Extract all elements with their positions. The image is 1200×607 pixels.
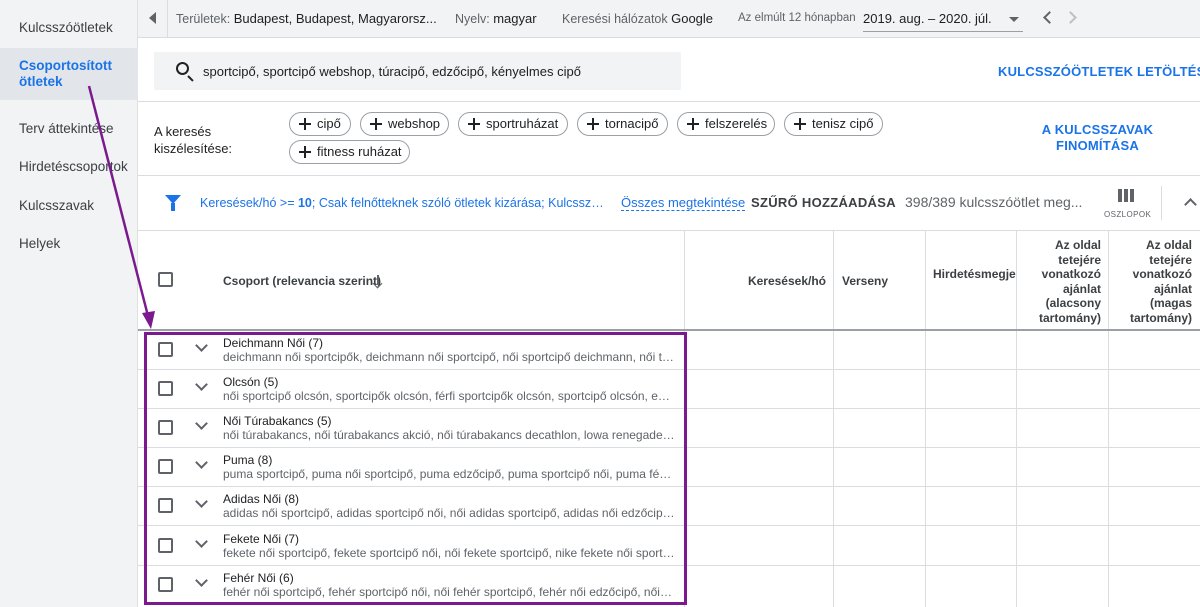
annotation-arrow-head bbox=[142, 311, 155, 329]
annotation-arrow-line bbox=[87, 85, 150, 317]
annotation-arrow bbox=[87, 85, 155, 329]
